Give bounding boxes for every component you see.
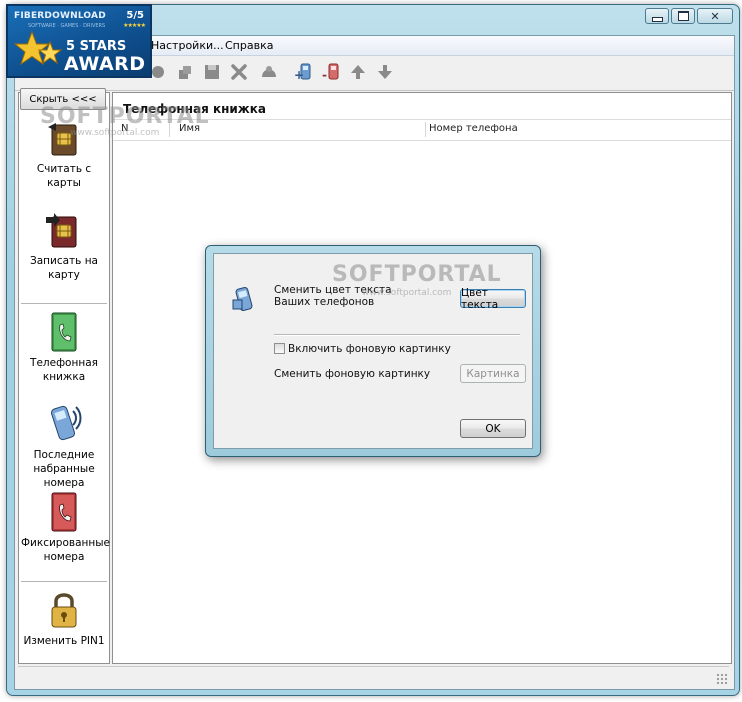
svg-text:-: -	[322, 68, 327, 82]
sidebar-item-label: Фиксированные номера	[21, 537, 110, 563]
badge-mini-stars-icon: ★★★★★	[123, 22, 146, 29]
fixed-numbers-icon	[51, 492, 77, 532]
save-icon[interactable]	[199, 60, 225, 84]
sidebar-divider	[21, 581, 107, 582]
sidebar-item-label: Считать с карты	[36, 163, 92, 189]
paste-icon[interactable]	[172, 60, 198, 84]
sidebar-item-change-pin[interactable]: Изменить PIN1	[19, 589, 109, 648]
column-header-phone[interactable]: Номер телефона	[429, 123, 518, 134]
watermark-url: www.softportal.com	[70, 128, 160, 138]
ok-button[interactable]: OK	[460, 419, 526, 438]
recent-calls-icon	[50, 405, 82, 441]
dialog-divider	[274, 334, 520, 335]
minimize-icon	[651, 16, 663, 22]
column-divider[interactable]	[425, 122, 426, 137]
maximize-icon	[677, 11, 689, 21]
add-phone-icon[interactable]: +	[290, 60, 316, 84]
phonebook-icon	[51, 312, 77, 352]
sidebar: Считать с карты Записать на карту Телефо…	[18, 92, 110, 664]
picture-button[interactable]: Картинка	[460, 364, 526, 383]
phone-icon	[232, 286, 253, 312]
sidebar-item-recent-calls[interactable]: Последние набранные номера	[19, 401, 109, 490]
arrow-down-icon[interactable]	[372, 60, 398, 84]
lock-icon	[51, 593, 77, 628]
sidebar-item-label: Записать на карту	[29, 255, 98, 281]
badge-award-text: AWARD	[64, 53, 146, 75]
sidebar-item-write-card[interactable]: Записать на карту	[19, 211, 109, 282]
close-button[interactable]: ✕	[697, 8, 733, 24]
watermark-logo: SOFTPORTAL	[332, 262, 502, 287]
watermark-logo: SOFTPORTAL	[40, 104, 210, 129]
sidebar-item-label: Последние набранные номера	[33, 449, 95, 489]
resize-grip-icon[interactable]	[716, 673, 727, 684]
text-color-button[interactable]: Цвет текста	[460, 287, 526, 311]
maximize-button[interactable]	[671, 8, 695, 24]
sim-write-icon	[46, 213, 77, 248]
menu-help[interactable]: Справка	[225, 39, 273, 52]
arrow-up-icon[interactable]	[345, 60, 371, 84]
background-image-checkbox-label[interactable]: Включить фоновую картинку	[288, 343, 451, 355]
remove-phone-icon[interactable]: -	[318, 60, 344, 84]
sidebar-item-fixed-numbers[interactable]: Фиксированные номера	[19, 491, 110, 564]
caption-buttons: ✕	[643, 8, 733, 24]
stars-icon	[13, 30, 63, 66]
svg-text:+: +	[294, 68, 304, 82]
sidebar-divider	[21, 303, 107, 304]
background-image-checkbox[interactable]	[274, 343, 285, 354]
close-icon: ✕	[710, 9, 720, 23]
watermark-url: www.softportal.com	[362, 288, 452, 298]
status-bar	[18, 666, 729, 686]
sidebar-item-label: Телефонная книжка	[30, 357, 98, 383]
sidebar-item-label: Изменить PIN1	[23, 635, 105, 647]
minimize-button[interactable]	[645, 8, 669, 24]
badge-score: 5/5	[126, 10, 144, 21]
badge-brand: FIBERDOWNLOAD	[14, 11, 106, 21]
change-background-label: Сменить фоновую картинку	[274, 368, 431, 380]
sidebar-item-phonebook[interactable]: Телефонная книжка	[19, 311, 109, 384]
badge-stars-text: 5 STARS	[66, 39, 127, 54]
delete-icon[interactable]	[226, 60, 252, 84]
contacts-icon[interactable]	[256, 60, 282, 84]
award-badge: FIBERDOWNLOAD SOFTWARE · GAMES · DRIVERS…	[6, 4, 152, 78]
menu-settings[interactable]: Настройки...	[151, 39, 224, 52]
